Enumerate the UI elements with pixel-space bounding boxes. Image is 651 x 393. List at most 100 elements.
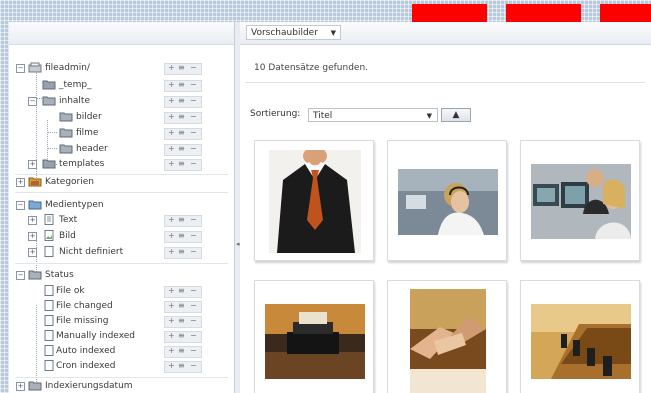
file-status-icon — [44, 300, 54, 311]
expand-toggle-icon[interactable]: + — [28, 232, 37, 241]
thumbnail-item[interactable] — [520, 280, 640, 393]
tree-label[interactable]: templates — [59, 157, 104, 171]
tree-label[interactable]: inhalte — [59, 94, 90, 108]
folder-open-icon — [42, 96, 56, 106]
tree-label[interactable]: fileadmin/ — [45, 61, 90, 75]
thumbnail-item[interactable] — [254, 280, 374, 393]
expand-toggle-icon[interactable]: + — [28, 248, 37, 257]
item-actions-icon[interactable]: + ≡ − — [164, 96, 202, 108]
sort-field-value: Titel — [313, 111, 333, 121]
view-mode-value: Vorschaubilder — [251, 28, 318, 38]
sort-label: Sortierung: — [250, 109, 301, 119]
tree-item-temp[interactable]: _temp_ + ≡ − — [9, 78, 229, 92]
tree-label[interactable]: header — [76, 142, 108, 156]
file-status-icon — [44, 315, 54, 326]
thumbnail-item[interactable] — [387, 140, 507, 261]
item-actions-icon[interactable]: + ≡ − — [164, 346, 202, 358]
tree-item-manually-indexed[interactable]: Manually indexed + ≡ − — [9, 329, 229, 343]
tree-label[interactable]: _temp_ — [59, 78, 92, 92]
tree-item-text[interactable]: + Text + ≡ − — [9, 213, 229, 227]
tree-item-bild[interactable]: + Bild + ≡ − — [9, 229, 229, 243]
collapse-toggle-icon[interactable]: − — [16, 201, 25, 210]
collapse-toggle-icon[interactable]: − — [16, 64, 25, 73]
tree-item-status[interactable]: − Status — [9, 268, 229, 282]
tree-item-cron-indexed[interactable]: Cron indexed + ≡ − — [9, 359, 229, 373]
tree-item-file-missing[interactable]: File missing + ≡ − — [9, 314, 229, 328]
tree-item-fileadmin[interactable]: − fileadmin/ + ≡ − — [9, 61, 229, 75]
tree-label[interactable]: File missing — [56, 314, 108, 328]
collapse-arrow-icon[interactable]: ◂ — [236, 240, 240, 248]
tree-label[interactable]: Status — [45, 268, 74, 282]
tree-item-header[interactable]: header + ≡ − — [9, 142, 229, 156]
blank-document-icon — [44, 246, 54, 257]
item-actions-icon[interactable]: + ≡ − — [164, 112, 202, 124]
tree-label[interactable]: Manually indexed — [56, 329, 135, 343]
item-actions-icon[interactable]: + ≡ − — [164, 301, 202, 313]
expand-toggle-icon[interactable]: + — [16, 382, 25, 391]
file-list-panel: Vorschaubilder ▼ 10 Datensätze gefunden.… — [240, 22, 651, 393]
folder-icon — [59, 128, 73, 138]
sort-field-select[interactable]: Titel ▼ — [308, 108, 438, 122]
tree-label[interactable]: Cron indexed — [56, 359, 115, 373]
folder-icon — [42, 80, 56, 90]
thumbnail-item[interactable] — [387, 280, 507, 393]
item-actions-icon[interactable]: + ≡ − — [164, 231, 202, 243]
view-mode-select[interactable]: Vorschaubilder ▼ — [246, 25, 341, 40]
tree-item-inhalte[interactable]: − inhalte + ≡ − — [9, 94, 229, 108]
collapse-toggle-icon[interactable]: − — [28, 97, 37, 106]
tree-label[interactable]: Kategorien — [45, 175, 94, 189]
file-list-toolbar: Vorschaubilder ▼ — [240, 22, 651, 45]
tree-item-medientypen[interactable]: − Medientypen — [9, 198, 229, 212]
handshake-photo-icon — [410, 289, 486, 393]
tree-label[interactable]: Medientypen — [45, 198, 104, 212]
thumbnail-item[interactable] — [520, 140, 640, 261]
tree-label[interactable]: File ok — [56, 284, 85, 298]
tree-item-file-ok[interactable]: File ok + ≡ − — [9, 284, 229, 298]
image-document-icon — [44, 230, 54, 241]
tree-label[interactable]: bilder — [76, 110, 102, 124]
folder-tree-panel: − fileadmin/ + ≡ − _temp_ + ≡ − − inhalte + ≡… — [9, 22, 235, 393]
item-actions-icon[interactable]: + ≡ − — [164, 144, 202, 156]
item-actions-icon[interactable]: + ≡ − — [164, 159, 202, 171]
item-actions-icon[interactable]: + ≡ − — [164, 215, 202, 227]
tree-label[interactable]: Nicht definiert — [59, 245, 123, 259]
tree-item-kategorien[interactable]: + Kategorien — [9, 175, 229, 189]
tree-item-indexierungsdatum[interactable]: + Indexierungsdatum — [9, 379, 229, 393]
categories-icon — [28, 177, 42, 187]
file-status-icon — [44, 330, 54, 341]
item-actions-icon[interactable]: + ≡ − — [164, 63, 202, 75]
folder-icon — [59, 112, 73, 122]
tree-item-file-changed[interactable]: File changed + ≡ − — [9, 299, 229, 313]
tree-item-filme[interactable]: filme + ≡ − — [9, 126, 229, 140]
tree-item-auto-indexed[interactable]: Auto indexed + ≡ − — [9, 344, 229, 358]
collapse-toggle-icon[interactable]: − — [16, 271, 25, 280]
file-status-icon — [44, 285, 54, 296]
item-actions-icon[interactable]: + ≡ − — [164, 286, 202, 298]
tree-label[interactable]: Indexierungsdatum — [45, 379, 133, 393]
status-folder-icon — [28, 270, 42, 280]
item-actions-icon[interactable]: + ≡ − — [164, 247, 202, 259]
item-actions-icon[interactable]: + ≡ − — [164, 361, 202, 373]
item-actions-icon[interactable]: + ≡ − — [164, 80, 202, 92]
tree-label[interactable]: filme — [76, 126, 98, 140]
thumbnail-item[interactable] — [254, 140, 374, 261]
tree-item-nicht-definiert[interactable]: + Nicht definiert + ≡ − — [9, 245, 229, 259]
sort-direction-button[interactable]: ▲ — [441, 108, 471, 122]
file-status-icon — [44, 360, 54, 371]
sort-ascending-icon: ▲ — [452, 110, 460, 120]
item-actions-icon[interactable]: + ≡ − — [164, 316, 202, 328]
expand-toggle-icon[interactable]: + — [16, 178, 25, 187]
item-actions-icon[interactable]: + ≡ − — [164, 331, 202, 343]
item-actions-icon[interactable]: + ≡ − — [164, 128, 202, 140]
tree-item-templates[interactable]: + templates + ≡ − — [9, 157, 229, 171]
tree-label[interactable]: File changed — [56, 299, 113, 313]
top-bar-block-3 — [600, 4, 651, 22]
tree-label[interactable]: Bild — [59, 229, 76, 243]
expand-toggle-icon[interactable]: + — [28, 216, 37, 225]
tree-label[interactable]: Auto indexed — [56, 344, 115, 358]
expand-toggle-icon[interactable]: + — [28, 160, 37, 169]
tree-item-bilder[interactable]: bilder + ≡ − — [9, 110, 229, 124]
tree-label[interactable]: Text — [59, 213, 77, 227]
conference-table-photo-icon — [531, 304, 631, 379]
media-types-icon — [28, 200, 42, 210]
